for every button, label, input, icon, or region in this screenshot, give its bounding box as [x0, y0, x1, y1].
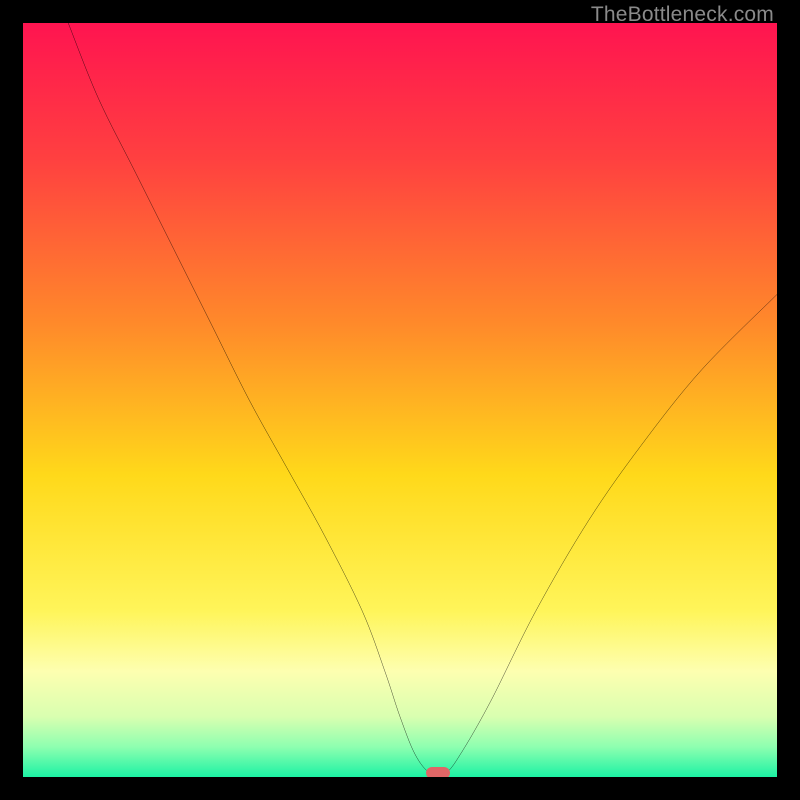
plot-area — [23, 23, 777, 777]
bottleneck-curve — [23, 23, 777, 777]
curve-path — [68, 23, 777, 776]
chart-stage: TheBottleneck.com — [0, 0, 800, 800]
bottleneck-marker — [426, 767, 450, 777]
